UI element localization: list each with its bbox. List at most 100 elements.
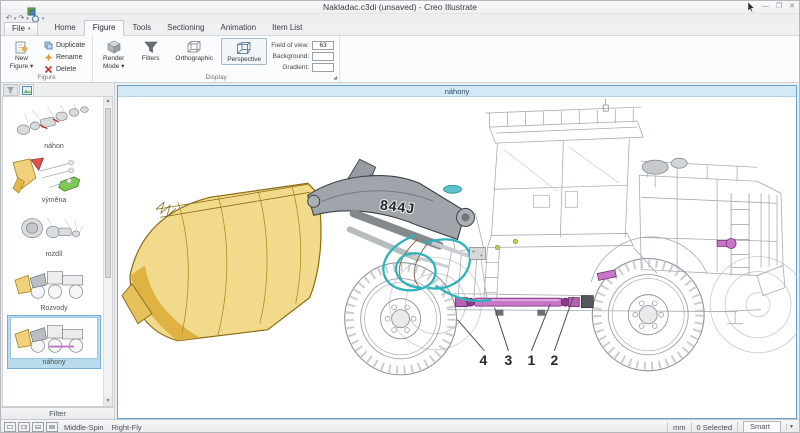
tab-item-list[interactable]: Item List xyxy=(264,21,310,35)
ribbon-tabs: File ▾ Home Figure Tools Sectioning Anim… xyxy=(1,20,799,36)
filter-panel-tab[interactable] xyxy=(3,84,18,96)
qat-caret-icon[interactable]: ▾ xyxy=(42,15,45,23)
file-caret-icon: ▾ xyxy=(27,25,31,32)
scroll-down-icon[interactable]: ▼ xyxy=(104,397,112,406)
drawing-canvas[interactable]: náhony 844J 4 3 1 2 xyxy=(117,85,797,419)
statusbar-divider xyxy=(690,422,692,432)
delete-icon xyxy=(44,65,53,74)
rename-button[interactable]: Rename xyxy=(42,52,87,63)
figure-list-scrollbar[interactable]: ▲ ▼ xyxy=(103,97,112,406)
rename-label: Rename xyxy=(56,54,83,61)
statusbar-divider xyxy=(667,422,669,432)
perspective-button[interactable]: Perspective xyxy=(221,38,268,65)
statusbar: Middle-Spin Right-Fly mm 0 Selected Smar… xyxy=(1,419,799,432)
duplicate-button[interactable]: Duplicate xyxy=(42,40,87,51)
orthographic-button[interactable]: Orthographic xyxy=(171,38,217,63)
figures-panel: náhon výměna rozdíl Rozvody náhony ▲ ▼ F… xyxy=(1,83,115,419)
background-label: Background: xyxy=(272,53,310,60)
statusbar-divider xyxy=(737,422,738,432)
new-figure-icon xyxy=(14,39,29,55)
tab-figure[interactable]: Figure xyxy=(83,20,125,36)
figure-label: výměna xyxy=(41,197,67,204)
minimize-icon[interactable]: — xyxy=(762,2,769,12)
figure-item-rozvody[interactable]: Rozvody xyxy=(8,262,100,314)
tab-animation[interactable]: Animation xyxy=(212,21,264,35)
callout-2[interactable]: 2 xyxy=(550,352,558,368)
ribbon: New Figure ▾ Duplicate Rename Delete Fig… xyxy=(1,36,799,83)
tab-tools[interactable]: Tools xyxy=(124,21,159,35)
callout-4[interactable]: 4 xyxy=(480,352,488,368)
figure-thumbnail-nahony xyxy=(10,317,98,359)
filter-bar[interactable]: Filter xyxy=(1,407,114,419)
figure-list: náhon výměna rozdíl Rozvody náhony ▲ ▼ xyxy=(2,96,113,407)
figure-item-nahony-selected[interactable]: náhony xyxy=(7,315,101,369)
gradient-label: Gradient: xyxy=(282,64,310,71)
statusbar-dropdown-icon[interactable]: ▼ xyxy=(786,424,796,430)
bucket[interactable] xyxy=(121,182,322,342)
perspective-label: Perspective xyxy=(227,56,262,63)
figure-thumbnail-rozdil xyxy=(21,217,84,238)
viewport-layout-icon-3[interactable] xyxy=(32,422,44,432)
new-figure-label-2: Figure ▾ xyxy=(9,62,34,70)
figure-item-rozdil[interactable]: rozdíl xyxy=(8,208,100,260)
close-icon[interactable]: ✕ xyxy=(789,2,795,12)
duplicate-label: Duplicate xyxy=(56,42,86,49)
orthographic-icon xyxy=(186,39,202,55)
restore-icon[interactable]: ❐ xyxy=(776,2,782,12)
filter-panel-icon xyxy=(7,86,14,94)
file-menu-button[interactable]: File ▾ xyxy=(4,22,39,35)
gradient-swatch[interactable] xyxy=(312,63,335,72)
callout-1[interactable]: 1 xyxy=(528,352,536,368)
figure-label: náhon xyxy=(44,143,64,150)
viewport-layout-icon-1[interactable] xyxy=(4,422,16,432)
filters-label: Filters xyxy=(141,55,160,62)
figure-thumbnail-rozvody xyxy=(14,271,83,299)
file-menu-label: File xyxy=(12,24,25,33)
delete-label: Delete xyxy=(56,66,77,73)
orthographic-label: Orthographic xyxy=(175,55,213,62)
selection-count: 0 Selected xyxy=(696,422,732,432)
rename-icon xyxy=(44,53,53,62)
viewport-layout-icon-4[interactable] xyxy=(46,422,58,432)
canvas-figure-title: náhony xyxy=(118,86,796,97)
render-mode-button[interactable]: Render Mode ▾ xyxy=(97,38,130,70)
scrollbar-thumb[interactable] xyxy=(105,108,111,278)
filters-button[interactable]: Filters xyxy=(134,38,167,63)
viewport-layout-icon-2[interactable] xyxy=(18,422,30,432)
figure-label: Rozvody xyxy=(40,305,68,312)
new-figure-caret-icon: ▾ xyxy=(29,62,34,70)
ribbon-group-figure: New Figure ▾ Duplicate Rename Delete Fig… xyxy=(1,36,94,82)
figure-thumbnail-nahon xyxy=(17,103,89,135)
field-of-view-label: Field of view: xyxy=(271,42,310,49)
titlebar: Nakladac.c3di (unsaved) - Creo Illustrat… xyxy=(1,1,799,16)
display-fields: Field of view: 63 Background: Gradient: xyxy=(271,38,335,72)
units-indicator: mm xyxy=(673,422,686,432)
wheel-loader-illustration[interactable]: 844J 4 3 1 2 xyxy=(118,97,796,418)
mouse-cursor-icon xyxy=(747,2,755,12)
field-of-view-input[interactable]: 63 xyxy=(312,41,335,50)
figure-item-nahon[interactable]: náhon xyxy=(8,100,100,152)
figures-panel-icon xyxy=(21,85,32,95)
display-group-label: Display xyxy=(205,74,227,81)
tab-home[interactable]: Home xyxy=(46,21,83,35)
perspective-icon xyxy=(236,40,252,56)
loader-body-wireframe[interactable] xyxy=(443,99,786,325)
background-swatch[interactable] xyxy=(312,52,335,61)
new-figure-button[interactable]: New Figure ▾ xyxy=(5,38,38,70)
right-mouse-mode[interactable]: Right-Fly xyxy=(112,423,142,432)
tab-sectioning[interactable]: Sectioning xyxy=(159,21,212,35)
figures-panel-tab[interactable] xyxy=(19,84,34,96)
ribbon-group-display: Render Mode ▾ Filters Orthographic Persp… xyxy=(93,36,341,82)
creo-illustrate-window: Nakladac.c3di (unsaved) - Creo Illustrat… xyxy=(0,0,800,433)
window-title: Nakladac.c3di (unsaved) - Creo Illustrat… xyxy=(322,2,477,12)
snap-mode-select[interactable]: Smart xyxy=(743,421,781,432)
figure-item-vymena[interactable]: výměna xyxy=(8,154,100,206)
figure-label: náhony xyxy=(42,359,66,366)
render-mode-label-2: Mode ▾ xyxy=(103,62,125,70)
callout-3[interactable]: 3 xyxy=(505,352,513,368)
panel-tabs xyxy=(1,83,114,96)
display-dialog-launcher-icon[interactable]: ◢ xyxy=(333,75,337,81)
scroll-up-icon[interactable]: ▲ xyxy=(104,97,112,106)
middle-mouse-mode[interactable]: Middle-Spin xyxy=(64,423,104,432)
figure-group-label: Figure xyxy=(37,74,56,81)
